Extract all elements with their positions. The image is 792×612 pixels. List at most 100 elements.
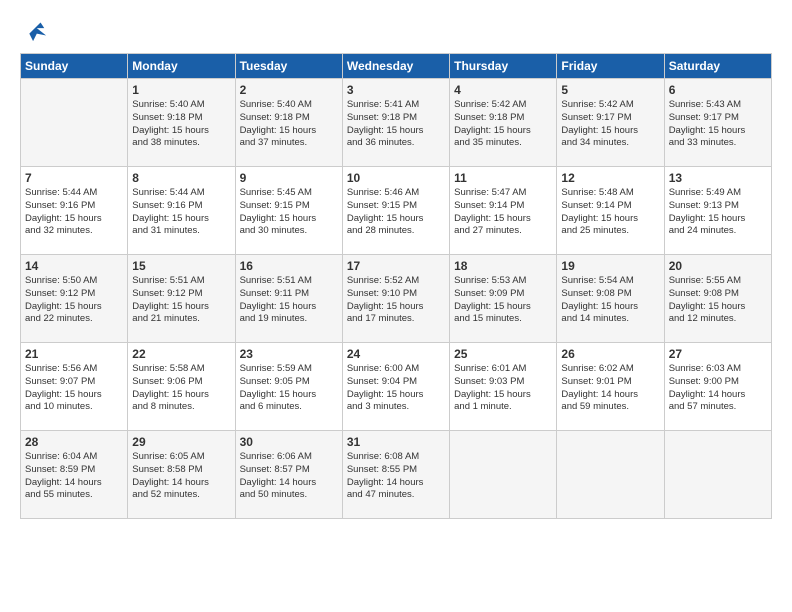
day-content: Sunrise: 6:08 AM Sunset: 8:55 PM Dayligh… <box>347 451 445 502</box>
calendar-cell <box>21 79 128 167</box>
day-number: 9 <box>240 171 338 185</box>
day-number: 27 <box>669 347 767 361</box>
page-container: SundayMondayTuesdayWednesdayThursdayFrid… <box>0 0 792 529</box>
calendar-week-row: 14 Sunrise: 5:50 AM Sunset: 9:12 PM Dayli… <box>21 255 772 343</box>
calendar-cell: 23 Sunrise: 5:59 AM Sunset: 9:05 PM Dayli… <box>235 343 342 431</box>
day-content: Sunrise: 5:44 AM Sunset: 9:16 PM Dayligh… <box>132 187 230 238</box>
day-number: 12 <box>561 171 659 185</box>
day-number: 30 <box>240 435 338 449</box>
day-number: 10 <box>347 171 445 185</box>
day-number: 11 <box>454 171 552 185</box>
header-day-saturday: Saturday <box>664 54 771 79</box>
day-content: Sunrise: 6:03 AM Sunset: 9:00 PM Dayligh… <box>669 363 767 414</box>
header <box>20 15 772 43</box>
calendar-table: SundayMondayTuesdayWednesdayThursdayFrid… <box>20 53 772 519</box>
calendar-cell: 9 Sunrise: 5:45 AM Sunset: 9:15 PM Daylig… <box>235 167 342 255</box>
day-content: Sunrise: 5:52 AM Sunset: 9:10 PM Dayligh… <box>347 275 445 326</box>
calendar-cell: 12 Sunrise: 5:48 AM Sunset: 9:14 PM Dayli… <box>557 167 664 255</box>
calendar-cell: 27 Sunrise: 6:03 AM Sunset: 9:00 PM Dayli… <box>664 343 771 431</box>
day-number: 22 <box>132 347 230 361</box>
day-content: Sunrise: 5:40 AM Sunset: 9:18 PM Dayligh… <box>132 99 230 150</box>
day-content: Sunrise: 5:51 AM Sunset: 9:12 PM Dayligh… <box>132 275 230 326</box>
day-content: Sunrise: 5:56 AM Sunset: 9:07 PM Dayligh… <box>25 363 123 414</box>
day-content: Sunrise: 6:05 AM Sunset: 8:58 PM Dayligh… <box>132 451 230 502</box>
calendar-cell: 25 Sunrise: 6:01 AM Sunset: 9:03 PM Dayli… <box>450 343 557 431</box>
day-content: Sunrise: 5:42 AM Sunset: 9:17 PM Dayligh… <box>561 99 659 150</box>
calendar-cell: 22 Sunrise: 5:58 AM Sunset: 9:06 PM Dayli… <box>128 343 235 431</box>
day-content: Sunrise: 5:55 AM Sunset: 9:08 PM Dayligh… <box>669 275 767 326</box>
day-content: Sunrise: 5:43 AM Sunset: 9:17 PM Dayligh… <box>669 99 767 150</box>
day-number: 28 <box>25 435 123 449</box>
calendar-week-row: 1 Sunrise: 5:40 AM Sunset: 9:18 PM Daylig… <box>21 79 772 167</box>
calendar-week-row: 28Sunrise: 6:04 AM Sunset: 8:59 PM Dayli… <box>21 431 772 519</box>
day-content: Sunrise: 5:51 AM Sunset: 9:11 PM Dayligh… <box>240 275 338 326</box>
day-content: Sunrise: 5:53 AM Sunset: 9:09 PM Dayligh… <box>454 275 552 326</box>
calendar-cell: 24Sunrise: 6:00 AM Sunset: 9:04 PM Dayli… <box>342 343 449 431</box>
day-number: 31 <box>347 435 445 449</box>
header-day-tuesday: Tuesday <box>235 54 342 79</box>
day-number: 16 <box>240 259 338 273</box>
header-day-monday: Monday <box>128 54 235 79</box>
day-number: 23 <box>240 347 338 361</box>
day-number: 14 <box>25 259 123 273</box>
calendar-week-row: 7Sunrise: 5:44 AM Sunset: 9:16 PM Daylig… <box>21 167 772 255</box>
calendar-cell <box>664 431 771 519</box>
day-number: 15 <box>132 259 230 273</box>
day-number: 29 <box>132 435 230 449</box>
day-content: Sunrise: 5:45 AM Sunset: 9:15 PM Dayligh… <box>240 187 338 238</box>
day-content: Sunrise: 5:59 AM Sunset: 9:05 PM Dayligh… <box>240 363 338 414</box>
calendar-cell: 26 Sunrise: 6:02 AM Sunset: 9:01 PM Dayli… <box>557 343 664 431</box>
calendar-cell: 13Sunrise: 5:49 AM Sunset: 9:13 PM Dayli… <box>664 167 771 255</box>
day-number: 17 <box>347 259 445 273</box>
header-day-thursday: Thursday <box>450 54 557 79</box>
day-number: 2 <box>240 83 338 97</box>
day-number: 8 <box>132 171 230 185</box>
day-content: Sunrise: 5:44 AM Sunset: 9:16 PM Dayligh… <box>25 187 123 238</box>
day-number: 4 <box>454 83 552 97</box>
day-content: Sunrise: 5:46 AM Sunset: 9:15 PM Dayligh… <box>347 187 445 238</box>
day-number: 1 <box>132 83 230 97</box>
day-content: Sunrise: 5:48 AM Sunset: 9:14 PM Dayligh… <box>561 187 659 238</box>
day-number: 6 <box>669 83 767 97</box>
calendar-cell <box>450 431 557 519</box>
calendar-week-row: 21Sunrise: 5:56 AM Sunset: 9:07 PM Dayli… <box>21 343 772 431</box>
calendar-cell: 5 Sunrise: 5:42 AM Sunset: 9:17 PM Daylig… <box>557 79 664 167</box>
day-content: Sunrise: 5:49 AM Sunset: 9:13 PM Dayligh… <box>669 187 767 238</box>
day-content: Sunrise: 6:02 AM Sunset: 9:01 PM Dayligh… <box>561 363 659 414</box>
day-number: 18 <box>454 259 552 273</box>
day-content: Sunrise: 5:41 AM Sunset: 9:18 PM Dayligh… <box>347 99 445 150</box>
calendar-cell: 8 Sunrise: 5:44 AM Sunset: 9:16 PM Daylig… <box>128 167 235 255</box>
calendar-cell: 20 Sunrise: 5:55 AM Sunset: 9:08 PM Dayli… <box>664 255 771 343</box>
day-content: Sunrise: 5:58 AM Sunset: 9:06 PM Dayligh… <box>132 363 230 414</box>
day-content: Sunrise: 5:50 AM Sunset: 9:12 PM Dayligh… <box>25 275 123 326</box>
day-number: 25 <box>454 347 552 361</box>
calendar-cell: 3 Sunrise: 5:41 AM Sunset: 9:18 PM Daylig… <box>342 79 449 167</box>
day-number: 3 <box>347 83 445 97</box>
day-content: Sunrise: 5:47 AM Sunset: 9:14 PM Dayligh… <box>454 187 552 238</box>
calendar-cell: 30 Sunrise: 6:06 AM Sunset: 8:57 PM Dayli… <box>235 431 342 519</box>
header-day-friday: Friday <box>557 54 664 79</box>
day-content: Sunrise: 5:54 AM Sunset: 9:08 PM Dayligh… <box>561 275 659 326</box>
day-content: Sunrise: 6:00 AM Sunset: 9:04 PM Dayligh… <box>347 363 445 414</box>
day-content: Sunrise: 6:06 AM Sunset: 8:57 PM Dayligh… <box>240 451 338 502</box>
calendar-cell: 2 Sunrise: 5:40 AM Sunset: 9:18 PM Daylig… <box>235 79 342 167</box>
calendar-header-row: SundayMondayTuesdayWednesdayThursdayFrid… <box>21 54 772 79</box>
calendar-cell: 15 Sunrise: 5:51 AM Sunset: 9:12 PM Dayli… <box>128 255 235 343</box>
calendar-cell: 29 Sunrise: 6:05 AM Sunset: 8:58 PM Dayli… <box>128 431 235 519</box>
calendar-cell: 14 Sunrise: 5:50 AM Sunset: 9:12 PM Dayli… <box>21 255 128 343</box>
calendar-cell: 11 Sunrise: 5:47 AM Sunset: 9:14 PM Dayli… <box>450 167 557 255</box>
day-number: 19 <box>561 259 659 273</box>
calendar-cell: 19 Sunrise: 5:54 AM Sunset: 9:08 PM Dayli… <box>557 255 664 343</box>
calendar-cell: 6 Sunrise: 5:43 AM Sunset: 9:17 PM Daylig… <box>664 79 771 167</box>
day-number: 5 <box>561 83 659 97</box>
calendar-cell: 17 Sunrise: 5:52 AM Sunset: 9:10 PM Dayli… <box>342 255 449 343</box>
day-number: 20 <box>669 259 767 273</box>
day-content: Sunrise: 5:40 AM Sunset: 9:18 PM Dayligh… <box>240 99 338 150</box>
logo <box>20 15 52 43</box>
calendar-cell: 31 Sunrise: 6:08 AM Sunset: 8:55 PM Dayli… <box>342 431 449 519</box>
day-content: Sunrise: 5:42 AM Sunset: 9:18 PM Dayligh… <box>454 99 552 150</box>
day-content: Sunrise: 6:01 AM Sunset: 9:03 PM Dayligh… <box>454 363 552 414</box>
day-number: 26 <box>561 347 659 361</box>
calendar-cell: 21Sunrise: 5:56 AM Sunset: 9:07 PM Dayli… <box>21 343 128 431</box>
calendar-cell: 10 Sunrise: 5:46 AM Sunset: 9:15 PM Dayli… <box>342 167 449 255</box>
